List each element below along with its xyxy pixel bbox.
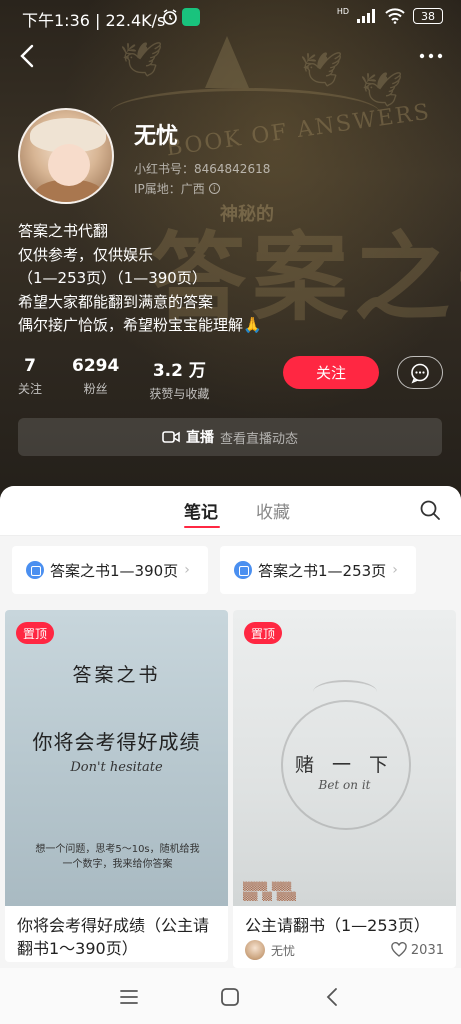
nickname: 无忧: [134, 124, 179, 149]
chat-bubble-icon: [411, 363, 429, 384]
back-icon[interactable]: [14, 42, 42, 70]
stat-number: 7: [24, 356, 36, 376]
stats: 7 关注 6294 粉丝 3.2 万 获赞与收藏: [18, 356, 239, 402]
stat-number: 6294: [72, 356, 120, 376]
stat-followers[interactable]: 6294 粉丝: [72, 356, 119, 402]
chevron-right-icon: ›: [392, 562, 398, 578]
cover-english-text: Bet on it: [318, 778, 371, 792]
ip-location-text: IP属地：广西: [134, 182, 205, 196]
cover-main-text: 你将会考得好成绩: [32, 730, 201, 754]
tab-bar: 笔记 收藏: [0, 486, 461, 536]
collection-chip[interactable]: 答案之书1—390页 ›: [12, 546, 208, 594]
follow-button[interactable]: 关注: [283, 356, 379, 389]
pinned-badge: 置顶: [16, 622, 55, 644]
live-subtitle: 查看直播动态: [219, 431, 298, 447]
cover-title: 答案之书: [72, 664, 161, 686]
note-title[interactable]: 你将会考得好成绩（公主请翻书1～390页）: [5, 906, 228, 962]
content-sheet: 笔记 收藏 答案之书1—390页 › 答案之书1—253页 › 置顶 答案之书 …: [0, 486, 461, 1024]
tab-collect[interactable]: 收藏: [256, 498, 290, 523]
ip-location: IP属地：广西 i: [134, 180, 220, 197]
signal-icon: [357, 9, 377, 23]
collection-chip[interactable]: 答案之书1—253页 ›: [220, 546, 416, 594]
bio-line: 仅供参考，仅供娱乐: [18, 245, 154, 264]
menu-icon[interactable]: [116, 984, 142, 1010]
alarm-icon: [163, 9, 177, 25]
stat-number: 3.2 万: [152, 361, 206, 381]
cover-english-text: Don't hesitate: [70, 760, 163, 775]
search-icon[interactable]: [419, 499, 441, 521]
collection-icon: [26, 561, 44, 579]
live-bar[interactable]: 直播 查看直播动态: [18, 418, 442, 456]
note-title[interactable]: 公主请翻书（1—253页）: [233, 906, 456, 940]
collections-row: 答案之书1—390页 › 答案之书1—253页 ›: [0, 546, 461, 598]
hd-label: HD: [336, 6, 349, 16]
cover-note-text: 想一个问题，思考5～10s，随机给我一个数字，我来给你答案: [35, 844, 200, 870]
bio-line: 偶尔接广恰饭，希望粉宝宝能理解🙏: [18, 316, 262, 334]
pinned-badge: 置顶: [244, 622, 283, 644]
note-meta: 无忧 2031: [233, 940, 456, 968]
profile-header: 🕊 🕊 🕊 BOOK OF ANSWERS 神秘的 答案之书 下午1:36 | …: [0, 0, 461, 500]
bio-line: 答案之书代翻: [18, 222, 109, 240]
like-count: 2031: [410, 942, 444, 958]
heart-icon[interactable]: [391, 942, 407, 958]
message-button[interactable]: [397, 356, 443, 389]
live-camera-icon: [162, 431, 180, 443]
stat-likes-collects[interactable]: 3.2 万 获赞与收藏: [149, 356, 209, 402]
bio-line: （1—253页）（1—390页）: [18, 269, 207, 287]
red-id[interactable]: 小红书号：8464842618: [134, 160, 270, 177]
battery-level: 38: [421, 9, 435, 23]
home-icon[interactable]: [217, 984, 243, 1010]
stat-label: 获赞与收藏: [149, 387, 210, 401]
cover-footer-stamp: ▒▒▒▒▒ ▒▒▒▒ ▒▒▒ ▒▒ ▒▒▒▒: [243, 882, 296, 901]
app-notification-icon: [182, 8, 200, 26]
back-nav-icon[interactable]: [320, 984, 346, 1010]
chevron-right-icon: ›: [184, 562, 190, 578]
tab-active-indicator: [184, 526, 220, 528]
status-bar: 下午1:36 | 22.4K/s HD 38: [0, 0, 461, 36]
bird-illustration: 🕊: [300, 50, 344, 90]
author-name[interactable]: 无忧: [271, 942, 391, 959]
note-card[interactable]: 置顶 答案之书 你将会考得好成绩 Don't hesitate 想一个问题，思考…: [5, 610, 228, 962]
bird-illustration: 🕊: [120, 40, 164, 80]
stat-label: 关注: [18, 382, 43, 396]
note-cover[interactable]: 置顶 赌 一 下 Bet on it ▒▒▒▒▒ ▒▒▒▒ ▒▒▒ ▒▒ ▒▒▒▒: [233, 610, 456, 906]
stat-label: 粉丝: [83, 382, 108, 396]
wifi-icon: [385, 8, 405, 24]
collection-label: 答案之书1—390页: [50, 561, 179, 580]
battery-icon: 38: [413, 8, 443, 24]
note-cover[interactable]: 置顶 答案之书 你将会考得好成绩 Don't hesitate 想一个问题，思考…: [5, 610, 228, 906]
more-options-icon[interactable]: [417, 44, 445, 68]
tree-illustration: [205, 36, 249, 88]
info-icon[interactable]: i: [208, 183, 220, 194]
cover-main-text: 赌 一 下: [294, 754, 395, 776]
live-label: 直播: [185, 430, 214, 446]
avatar[interactable]: [18, 108, 114, 204]
bio: 答案之书代翻 仅供参考，仅供娱乐 （1—253页）（1—390页） 希望大家都能…: [18, 220, 262, 338]
collection-label: 答案之书1—253页: [258, 561, 387, 580]
system-nav-bar: [0, 968, 461, 1024]
author-avatar[interactable]: [245, 940, 265, 960]
collection-icon: [234, 561, 252, 579]
status-time: 下午1:36 | 22.4K/s: [22, 11, 166, 30]
note-card[interactable]: 置顶 赌 一 下 Bet on it ▒▒▒▒▒ ▒▒▒▒ ▒▒▒ ▒▒ ▒▒▒▒…: [233, 610, 456, 968]
stat-following[interactable]: 7 关注: [18, 356, 42, 402]
bio-line: 希望大家都能翻到满意的答案: [18, 292, 214, 311]
tab-notes[interactable]: 笔记: [184, 498, 218, 523]
